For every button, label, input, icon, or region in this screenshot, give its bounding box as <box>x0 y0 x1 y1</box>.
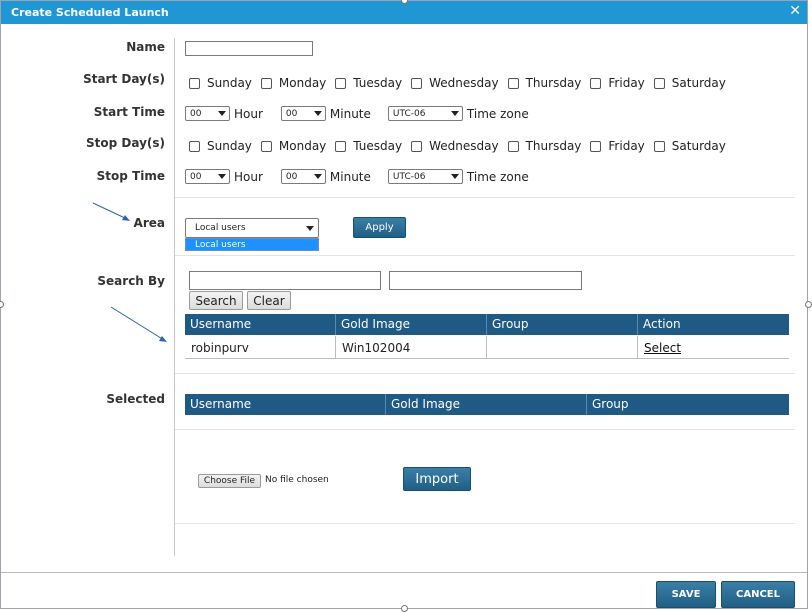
cancel-button[interactable]: CANCEL <box>721 581 795 608</box>
create-scheduled-launch-dialog: Create Scheduled Launch ✕ Name Start Day… <box>0 0 808 609</box>
save-button[interactable]: SAVE <box>656 581 716 608</box>
arrow-to-results-table-icon <box>110 306 167 342</box>
annotation-arrows <box>92 202 167 342</box>
footer-divider <box>1 572 807 573</box>
resize-handle-right[interactable] <box>805 301 812 308</box>
resize-handle-bottom[interactable] <box>401 605 408 612</box>
arrow-to-area-icon <box>92 202 130 221</box>
